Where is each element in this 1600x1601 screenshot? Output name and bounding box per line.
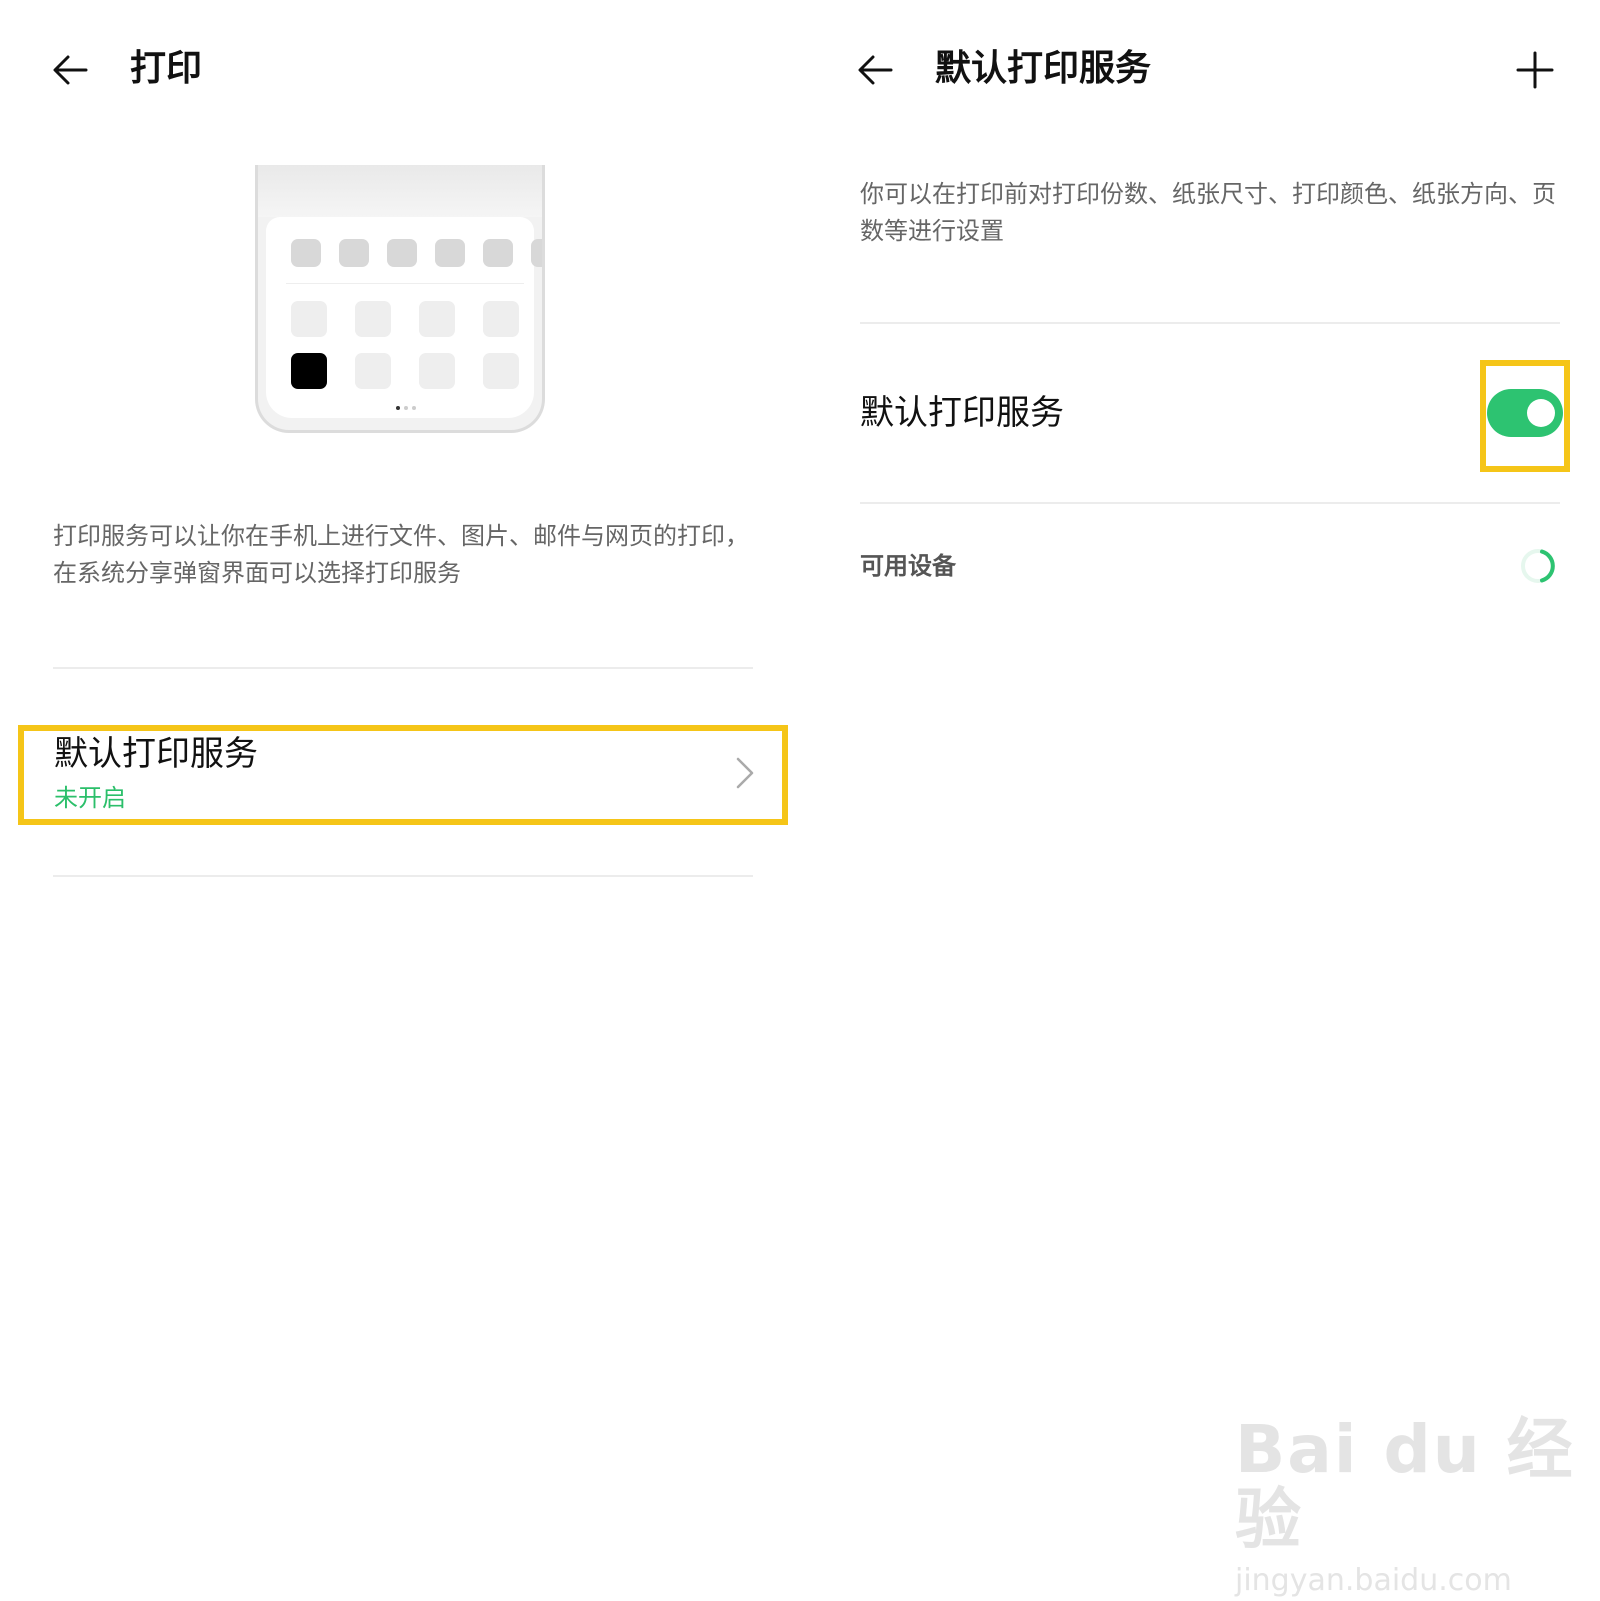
- toggle-label: 默认打印服务: [860, 393, 1064, 433]
- toggle-knob: [1527, 399, 1555, 427]
- print-description: 打印服务可以让你在手机上进行文件、图片、邮件与网页的打印，在系统分享弹窗界面可以…: [53, 522, 749, 587]
- default-print-service-item[interactable]: 默认打印服务 未开启: [18, 725, 788, 825]
- top-bar: 打印: [0, 40, 800, 100]
- service-item-title: 默认打印服务: [54, 734, 258, 774]
- available-devices-label: 可用设备: [860, 552, 956, 580]
- back-arrow-icon[interactable]: [50, 50, 90, 90]
- back-arrow-icon[interactable]: [855, 50, 895, 90]
- default-print-service-toggle[interactable]: [1487, 389, 1563, 437]
- default-print-service-screen: 默认打印服务 你可以在打印前对打印份数、纸张尺寸、打印颜色、纸张方向、页数等进行…: [800, 0, 1600, 1600]
- service-status: 未开启: [54, 784, 126, 812]
- divider: [860, 502, 1560, 504]
- add-icon[interactable]: [1515, 50, 1555, 90]
- service-description: 你可以在打印前对打印份数、纸张尺寸、打印颜色、纸张方向、页数等进行设置: [860, 180, 1556, 245]
- loading-spinner-icon: [1521, 549, 1555, 583]
- divider: [53, 875, 753, 877]
- page-title: 打印: [130, 48, 203, 89]
- page-title: 默认打印服务: [935, 48, 1152, 89]
- print-settings-screen: 打印 打印服务可以让你在手机上进行文件、图片、邮件与网页的打印，在系统分享弹窗界…: [0, 0, 800, 1600]
- chevron-right-icon: [736, 757, 754, 789]
- divider: [53, 667, 753, 669]
- divider: [860, 322, 1560, 324]
- watermark-url: jingyan.baidu.com: [1235, 1563, 1512, 1598]
- baidu-watermark: Bai du 经验 jingyan.baidu.com: [1235, 1415, 1600, 1601]
- top-bar: 默认打印服务: [800, 40, 1600, 100]
- watermark-brand: Bai du 经验: [1235, 1411, 1575, 1558]
- print-illustration: [255, 165, 545, 433]
